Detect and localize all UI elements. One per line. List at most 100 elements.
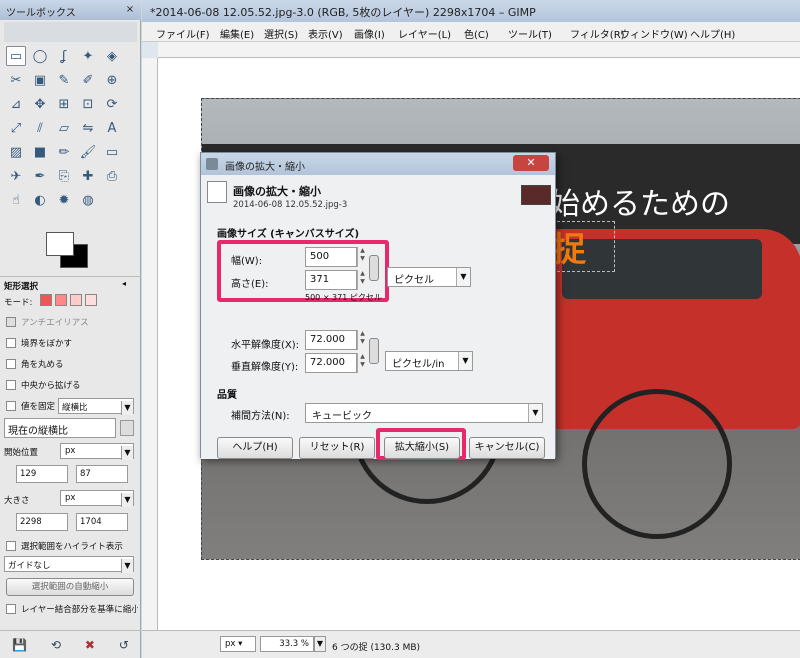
- pencil-tool-icon[interactable]: ✏: [54, 142, 74, 162]
- res-unit-select[interactable]: ピクセル/in ▼: [385, 351, 473, 371]
- align-tool-icon[interactable]: ⊞: [54, 94, 74, 114]
- unit-select[interactable]: px ▾: [220, 636, 256, 652]
- menu-6[interactable]: 色(C): [464, 26, 489, 41]
- convolve-tool-icon[interactable]: ✹: [54, 190, 74, 210]
- free-select-tool-icon[interactable]: ʆ: [54, 46, 74, 66]
- auto-shrink-button[interactable]: 選択範囲の自動縮小: [6, 578, 134, 596]
- color-select-tool-icon[interactable]: ◈: [102, 46, 122, 66]
- foreground-select-tool-icon[interactable]: ▣: [30, 70, 50, 90]
- heal-tool-icon[interactable]: ✚: [78, 166, 98, 186]
- xres-spin-icon[interactable]: ▲ ▼: [357, 330, 367, 350]
- reset-options-icon[interactable]: ↺: [119, 638, 129, 652]
- canvas-text-layer[interactable]: 始めるための: [550, 179, 730, 223]
- crop-tool-icon[interactable]: ⊡: [78, 94, 98, 114]
- mode-intersect-icon[interactable]: [85, 294, 97, 306]
- clone-tool-icon[interactable]: ⎘: [54, 166, 74, 186]
- antialias-option[interactable]: アンチエイリアス: [6, 316, 89, 328]
- ratio-field[interactable]: 現在の縦横比: [4, 418, 116, 438]
- fixed-option[interactable]: 値を固定: [6, 400, 55, 412]
- blend-tool-icon[interactable]: ■: [30, 142, 50, 162]
- bucket-fill-tool-icon[interactable]: ▨: [6, 142, 26, 162]
- perspective-tool-icon[interactable]: ▱: [54, 118, 74, 138]
- flip-tool-icon[interactable]: ⇋: [78, 118, 98, 138]
- interpolation-select[interactable]: キュービック ▼: [305, 403, 543, 423]
- round-corners-option[interactable]: 角を丸める: [6, 358, 64, 370]
- canvas-orange-text-layer[interactable]: 捉: [547, 221, 615, 272]
- help-button[interactable]: ヘルプ(H): [217, 437, 293, 459]
- position-unit-select[interactable]: px ▼: [60, 443, 134, 460]
- scale-tool-icon[interactable]: ⤢: [6, 118, 26, 138]
- fixed-mode-select[interactable]: 縦横比 ▼: [58, 398, 134, 415]
- save-options-icon[interactable]: 💾: [12, 638, 27, 652]
- chain-link-icon[interactable]: [369, 338, 379, 364]
- highlight-option[interactable]: 選択範囲をハイライト表示: [6, 540, 123, 552]
- scissors-select-tool-icon[interactable]: ✂: [6, 70, 26, 90]
- menu-1[interactable]: 編集(E): [220, 26, 254, 41]
- yres-input[interactable]: 72.000: [305, 353, 357, 373]
- feather-checkbox[interactable]: [6, 338, 16, 348]
- merged-option[interactable]: レイヤー結合部分を基準に縮小: [6, 603, 138, 615]
- width-spin-icon[interactable]: ▲ ▼: [357, 247, 367, 267]
- close-button[interactable]: ✕: [513, 155, 549, 171]
- vertical-ruler[interactable]: [142, 58, 158, 630]
- blur-tool-icon[interactable]: ◍: [78, 190, 98, 210]
- rotate-tool-icon[interactable]: ⟳: [102, 94, 122, 114]
- feather-option[interactable]: 境界をぼかす: [6, 337, 72, 349]
- menu-7[interactable]: ツール(T): [508, 26, 552, 41]
- color-picker-tool-icon[interactable]: ✐: [78, 70, 98, 90]
- size-h-input[interactable]: 1704: [76, 513, 128, 531]
- fuzzy-select-tool-icon[interactable]: ✦: [78, 46, 98, 66]
- scale-button[interactable]: 拡大縮小(S): [384, 437, 460, 459]
- zoom-tool-icon[interactable]: ⊕: [102, 70, 122, 90]
- ellipse-select-tool-icon[interactable]: ◯: [30, 46, 50, 66]
- eraser-tool-icon[interactable]: ▭: [102, 142, 122, 162]
- text-tool-icon[interactable]: A: [102, 118, 122, 138]
- menu-5[interactable]: レイヤー(L): [398, 26, 451, 41]
- menu-10[interactable]: ヘルプ(H): [690, 26, 735, 41]
- size-w-input[interactable]: 2298: [16, 513, 68, 531]
- ink-tool-icon[interactable]: ✒: [30, 166, 50, 186]
- width-input[interactable]: 500: [305, 247, 357, 267]
- mode-subtract-icon[interactable]: [70, 294, 82, 306]
- ratio-orientation-icon[interactable]: [120, 420, 134, 436]
- mode-add-icon[interactable]: [55, 294, 67, 306]
- measure-tool-icon[interactable]: ⊿: [6, 94, 26, 114]
- zoom-select[interactable]: 33.3 %: [260, 636, 314, 652]
- dodge-burn-tool-icon[interactable]: ◐: [30, 190, 50, 210]
- antialias-checkbox[interactable]: [6, 317, 16, 327]
- menu-9[interactable]: ウィンドウ(W): [620, 26, 688, 41]
- foreground-color-swatch[interactable]: [46, 232, 74, 256]
- round-corners-checkbox[interactable]: [6, 359, 16, 369]
- chain-link-icon[interactable]: [369, 255, 379, 281]
- xres-input[interactable]: 72.000: [305, 330, 357, 350]
- position-x-input[interactable]: 129: [16, 465, 68, 483]
- highlight-checkbox[interactable]: [6, 541, 16, 551]
- perspective-clone-tool-icon[interactable]: ⎙: [102, 166, 122, 186]
- close-icon[interactable]: ×: [124, 4, 136, 16]
- horizontal-ruler[interactable]: [158, 42, 800, 58]
- options-menu-icon[interactable]: ◂: [122, 279, 126, 288]
- move-tool-icon[interactable]: ✥: [30, 94, 50, 114]
- yres-spin-icon[interactable]: ▲ ▼: [357, 353, 367, 373]
- mode-replace-icon[interactable]: [40, 294, 52, 306]
- menu-4[interactable]: 画像(I): [354, 26, 385, 41]
- size-unit-select[interactable]: ピクセル ▼: [387, 267, 471, 287]
- menu-0[interactable]: ファイル(F): [156, 26, 210, 41]
- merged-checkbox[interactable]: [6, 604, 16, 614]
- rect-select-tool-icon[interactable]: ▭: [6, 46, 26, 66]
- chevron-down-icon[interactable]: ▼: [314, 636, 326, 652]
- reset-button[interactable]: リセット(R): [299, 437, 375, 459]
- fg-bg-colors[interactable]: [46, 232, 92, 268]
- fixed-checkbox[interactable]: [6, 401, 16, 411]
- expand-center-checkbox[interactable]: [6, 380, 16, 390]
- delete-options-icon[interactable]: ✖: [85, 638, 95, 652]
- cancel-button[interactable]: キャンセル(C): [469, 437, 545, 459]
- position-y-input[interactable]: 87: [76, 465, 128, 483]
- paths-tool-icon[interactable]: ✎: [54, 70, 74, 90]
- smudge-tool-icon[interactable]: ☝: [6, 190, 26, 210]
- expand-center-option[interactable]: 中央から拡げる: [6, 379, 81, 391]
- shear-tool-icon[interactable]: ⫽: [30, 118, 50, 138]
- menu-8[interactable]: フィルタ(R): [570, 26, 625, 41]
- height-spin-icon[interactable]: ▲ ▼: [357, 270, 367, 290]
- restore-options-icon[interactable]: ⟲: [51, 638, 61, 652]
